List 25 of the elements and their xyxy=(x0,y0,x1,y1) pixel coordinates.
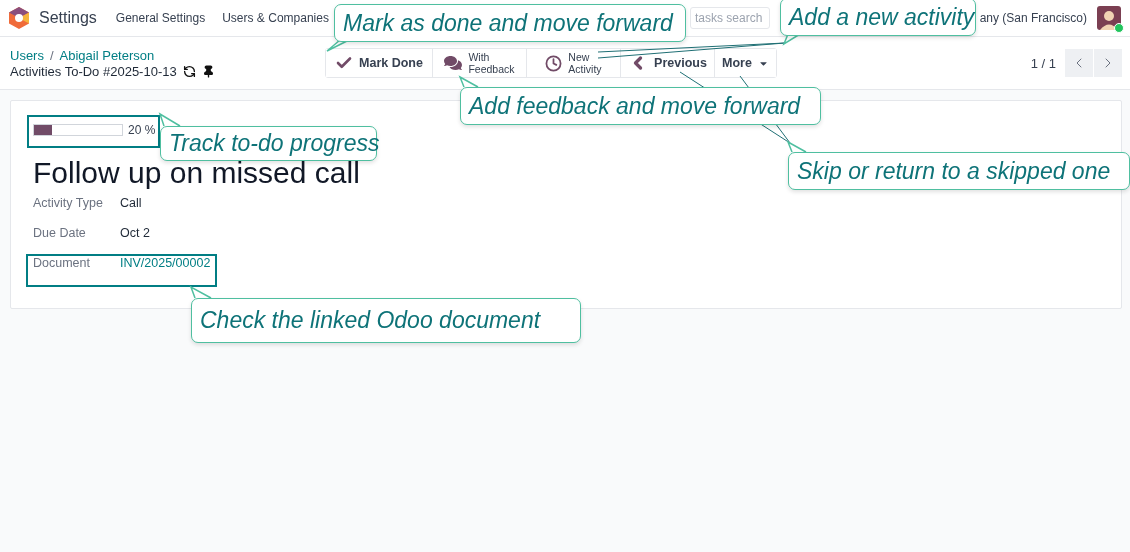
clock-icon xyxy=(545,54,563,72)
chat-icon xyxy=(444,54,463,72)
field-value: Oct 2 xyxy=(120,226,151,240)
progress-label: 20 % xyxy=(128,123,156,137)
breadcrumb-link[interactable]: Users xyxy=(10,47,44,63)
pager-count: 1 / 1 xyxy=(1030,55,1056,71)
search-field[interactable]: tasks search xyxy=(690,7,770,29)
field-label: Document xyxy=(33,256,91,270)
field-value: Call xyxy=(120,196,143,210)
app-name[interactable]: Settings xyxy=(39,9,97,27)
breadcrumb-separator: / xyxy=(49,47,54,63)
callout: Check the linked Odoo document xyxy=(191,298,581,343)
field-label: Activity Type xyxy=(33,196,104,210)
menu-item[interactable]: General Settings xyxy=(115,11,206,25)
menu-item[interactable]: Users & Companies xyxy=(222,11,329,25)
callout: Mark as done and move forward xyxy=(334,4,686,42)
sync-icon[interactable] xyxy=(182,64,196,78)
record-title: Activities To-Do #2025-10-13 xyxy=(10,63,177,79)
avatar[interactable] xyxy=(1097,6,1121,30)
breadcrumb-link[interactable]: Abigail Peterson xyxy=(59,47,155,63)
company-name[interactable]: any (San Francisco) xyxy=(979,11,1087,25)
logo-icon xyxy=(9,7,29,29)
document-link[interactable]: INV/2025/00002 xyxy=(120,256,1099,270)
pin-icon[interactable] xyxy=(201,64,215,78)
field-label: Due Date xyxy=(33,226,87,240)
